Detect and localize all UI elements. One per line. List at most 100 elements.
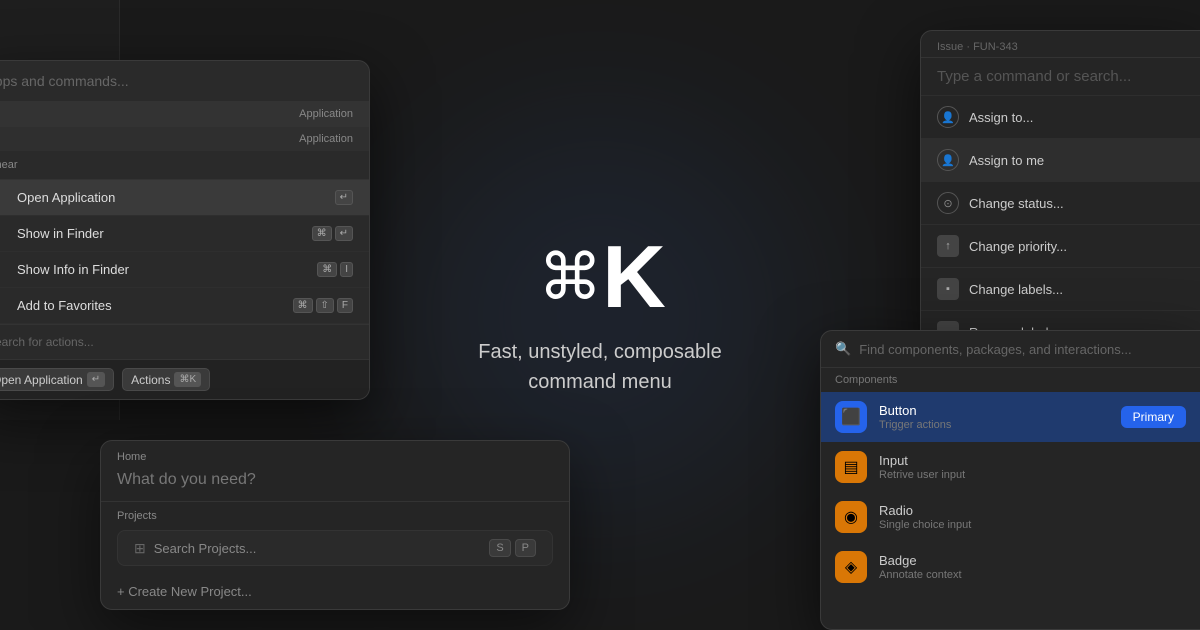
tagline-line1: Fast, unstyled, composable — [478, 337, 721, 367]
assign-me-label: Assign to me — [969, 153, 1044, 168]
issue-header: Issue · FUN-343 — [921, 31, 1200, 58]
search-actions: Search for actions... — [0, 324, 369, 359]
footer-actions-shortcut: ⌘K — [174, 372, 201, 387]
shortcut-badges: S P — [489, 539, 536, 557]
change-status-icon: ⊙ — [937, 192, 959, 214]
add-favorites-label: Add to Favorites — [17, 298, 293, 313]
change-priority-label: Change priority... — [969, 239, 1067, 254]
search-projects-text: Search Projects... — [154, 541, 482, 556]
button-desc: Trigger actions — [879, 419, 951, 431]
show-finder-label: Show in Finder — [17, 226, 312, 241]
projects-label: Projects — [101, 502, 569, 526]
cmd-change-status[interactable]: ⊙ Change status... — [921, 182, 1200, 225]
search-projects-row[interactable]: ⊞ Search Projects... S P — [117, 530, 553, 566]
cmd-assign-to[interactable]: 👤 Assign to... — [921, 96, 1200, 139]
menu-item-show-info[interactable]: ℹ Show Info in Finder ⌘ I — [0, 252, 369, 288]
change-priority-icon: ↑ — [937, 235, 959, 257]
component-button[interactable]: ⬛ Button Trigger actions Primary — [821, 392, 1200, 442]
open-app-icon: ▭ — [0, 189, 7, 206]
cmd-k-symbol: ⌘ K — [478, 233, 721, 321]
badge-name: Badge — [879, 553, 962, 568]
assign-to-icon: 👤 — [937, 106, 959, 128]
center-logo-area: ⌘ K Fast, unstyled, composable command m… — [478, 233, 721, 397]
badge-desc: Annotate context — [879, 569, 962, 581]
radio-info: Radio Single choice input — [879, 503, 971, 531]
section-header-1: Application — [0, 102, 369, 126]
shortcut-i: I — [340, 262, 353, 277]
what-do-you-need: What do you need? — [101, 467, 569, 502]
footer-enter-key: ↵ — [87, 372, 105, 387]
footer-open-app[interactable]: Open Application ↵ — [0, 368, 114, 391]
badge-info: Badge Annotate context — [879, 553, 962, 581]
right-issue-panel: Issue · FUN-343 Type a command or search… — [920, 30, 1200, 355]
linear-label: Linear — [0, 151, 369, 180]
radio-icon: ◉ — [835, 501, 867, 533]
assign-me-icon: 👤 — [937, 149, 959, 171]
right-component-panel: 🔍 Find components, packages, and interac… — [820, 330, 1200, 630]
add-favorites-icon: ☆ — [0, 297, 7, 314]
footer-open-label: Open Application — [0, 373, 83, 387]
show-info-shortcut: ⌘ I — [317, 262, 353, 277]
input-desc: Retrive user input — [879, 469, 965, 481]
badge-icon: ◈ — [835, 551, 867, 583]
shortcut-shift: ⇧ — [316, 298, 334, 313]
create-new-project[interactable]: + Create New Project... — [101, 574, 569, 609]
add-favorites-shortcut: ⌘ ⇧ F — [293, 298, 354, 313]
cmd-change-priority[interactable]: ↑ Change priority... — [921, 225, 1200, 268]
open-app-shortcut: ↵ — [335, 190, 353, 205]
command-search-placeholder[interactable]: Type a command or search... — [921, 58, 1200, 96]
button-info: Button Trigger actions — [879, 403, 951, 431]
shortcut-enter: ↵ — [335, 190, 353, 205]
shortcut-cmd: ⌘ — [312, 226, 332, 241]
tagline-line2: command menu — [478, 367, 721, 397]
component-radio[interactable]: ◉ Radio Single choice input — [821, 492, 1200, 542]
open-app-label: Open Application — [17, 190, 335, 205]
footer-actions[interactable]: Actions ⌘K — [122, 368, 210, 391]
left-command-panel: apps and commands... Application Applica… — [0, 60, 370, 400]
radio-name: Radio — [879, 503, 971, 518]
components-label: Components — [821, 368, 1200, 392]
footer-actions-label: Actions — [131, 373, 170, 387]
footer-bar: Open Application ↵ Actions ⌘K — [0, 359, 369, 399]
show-info-label: Show Info in Finder — [17, 262, 317, 277]
button-icon: ⬛ — [835, 401, 867, 433]
search-placeholder: apps and commands... — [0, 73, 129, 89]
s-badge: S — [489, 539, 510, 557]
menu-item-open-app[interactable]: ▭ Open Application ↵ — [0, 180, 369, 216]
change-labels-icon: ▪ — [937, 278, 959, 300]
shortcut-return: ↵ — [335, 226, 353, 241]
component-input[interactable]: ▤ Input Retrive user input — [821, 442, 1200, 492]
show-finder-shortcut: ⌘ ↵ — [312, 226, 353, 241]
change-status-label: Change status... — [969, 196, 1064, 211]
tagline: Fast, unstyled, composable command menu — [478, 337, 721, 397]
menu-item-add-favorites[interactable]: ☆ Add to Favorites ⌘ ⇧ F — [0, 288, 369, 324]
shortcut-f: F — [337, 298, 353, 313]
search-bar-top: apps and commands... — [0, 61, 369, 102]
component-badge[interactable]: ◈ Badge Annotate context — [821, 542, 1200, 592]
radio-desc: Single choice input — [879, 519, 971, 531]
assign-to-label: Assign to... — [969, 110, 1033, 125]
input-name: Input — [879, 453, 965, 468]
input-info: Input Retrive user input — [879, 453, 965, 481]
cmd-assign-me[interactable]: 👤 Assign to me — [921, 139, 1200, 182]
menu-item-show-finder[interactable]: ⬒ Show in Finder ⌘ ↵ — [0, 216, 369, 252]
search-icon: 🔍 — [835, 341, 851, 357]
k-letter: K — [602, 233, 662, 321]
command-icon: ⌘ — [538, 245, 598, 309]
grid-icon: ⊞ — [134, 540, 146, 557]
home-panel: Home What do you need? Projects ⊞ Search… — [100, 440, 570, 610]
section-header-2: Application — [0, 126, 369, 151]
create-new-label: + Create New Project... — [117, 584, 252, 599]
cmd-change-labels[interactable]: ▪ Change labels... — [921, 268, 1200, 311]
change-labels-label: Change labels... — [969, 282, 1063, 297]
input-icon: ▤ — [835, 451, 867, 483]
component-search-placeholder: Find components, packages, and interacti… — [859, 342, 1131, 357]
shortcut-cmd2: ⌘ — [317, 262, 337, 277]
home-label: Home — [101, 441, 569, 467]
shortcut-cmd3: ⌘ — [293, 298, 313, 313]
show-info-icon: ℹ — [0, 261, 7, 278]
p-badge: P — [515, 539, 536, 557]
primary-badge: Primary — [1121, 406, 1186, 428]
show-finder-icon: ⬒ — [0, 225, 7, 242]
component-search[interactable]: 🔍 Find components, packages, and interac… — [821, 331, 1200, 368]
